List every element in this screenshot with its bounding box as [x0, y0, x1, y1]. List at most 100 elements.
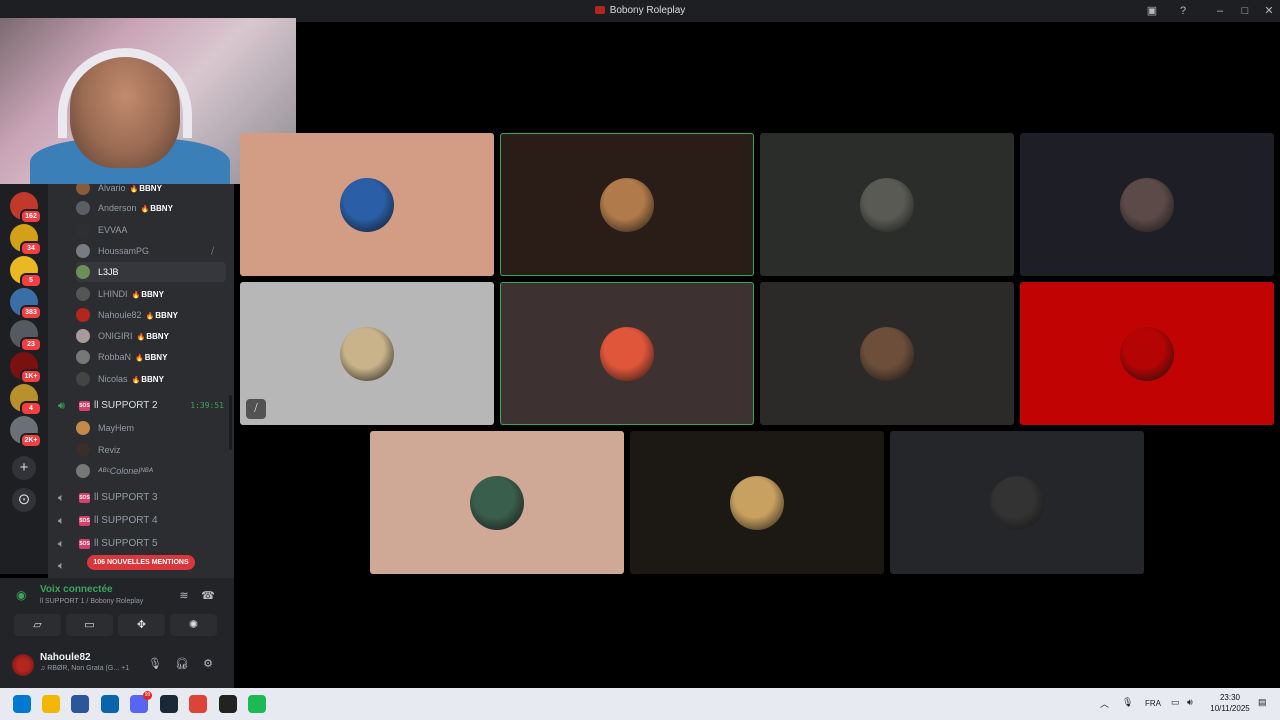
file-explorer-icon[interactable] — [42, 695, 60, 713]
headphones-icon[interactable]: 🎧︎ — [174, 656, 190, 672]
participant-avatar — [600, 177, 654, 232]
server-icon[interactable]: 23 — [10, 320, 42, 352]
video-tile[interactable] — [630, 431, 884, 574]
system-clock[interactable]: 23:30 10/11/2025 — [1204, 692, 1256, 714]
clock-date: 10/11/2025 — [1210, 704, 1250, 713]
server-icon[interactable]: 4 — [10, 384, 42, 416]
steam-icon[interactable] — [160, 695, 178, 713]
channel-name: ll SUPPORT 3 — [94, 488, 158, 508]
voice-channel-item[interactable]: 🔈︎ SOS ll SUPPORT 4 — [58, 511, 228, 531]
member-item[interactable]: Nahoule82 BBNY — [76, 305, 226, 325]
voice-channel-item[interactable]: 🔈︎ SOS ll SUPPORT 3 — [58, 488, 228, 508]
voice-channel-item[interactable]: 🔈︎ SOS ll SUPPORT 5 — [58, 534, 228, 554]
close-icon[interactable]: ✕ — [1261, 3, 1277, 19]
discover-icon[interactable]: ⊙ — [12, 488, 36, 512]
member-tag: BBNY — [132, 375, 164, 384]
video-tile[interactable] — [370, 431, 624, 574]
network-icon[interactable]: ▭ — [1171, 697, 1180, 708]
member-item[interactable]: Alvario BBNY — [76, 184, 226, 198]
member-item[interactable]: RobbaNBBNY — [76, 347, 226, 367]
server-badge: 5 — [20, 273, 42, 288]
soundboard-icon[interactable]: ✺ — [170, 614, 217, 636]
member-item[interactable]: Reviz — [76, 440, 226, 460]
noise-suppression-icon[interactable]: ≋ — [176, 588, 192, 604]
member-name-text: RobbaN — [98, 352, 132, 362]
video-tile[interactable] — [760, 282, 1014, 425]
member-name-text: EVVAA — [98, 225, 128, 235]
outlook-icon[interactable] — [101, 695, 119, 713]
server-icon[interactable]: 162 — [10, 192, 42, 224]
member-item[interactable]: L3JB — [76, 262, 226, 282]
video-tile[interactable] — [1020, 133, 1274, 276]
channel-prefix: ll — [94, 515, 99, 526]
server-icon[interactable]: 34 — [10, 224, 42, 256]
member-item[interactable]: MayHem — [76, 418, 226, 438]
member-item[interactable]: Nicolas BBNY — [76, 369, 226, 389]
server-badge: 162 — [20, 209, 42, 224]
member-item[interactable]: ONIGIRI BBNY — [76, 326, 226, 346]
member-name: Nahoule82 BBNY — [98, 305, 178, 327]
window-title-text: Bobony Roleplay — [609, 5, 686, 16]
screen-share-icon[interactable]: ▭ — [66, 614, 113, 636]
channel-scrollbar[interactable] — [229, 395, 232, 450]
tray-microphone-icon[interactable]: 🎙︎ — [1122, 697, 1133, 708]
webcam-headset — [58, 48, 192, 138]
video-tile[interactable] — [500, 282, 754, 425]
member-item[interactable]: LHINDI BBNY — [76, 284, 226, 304]
notification-icon[interactable]: ▤ — [1258, 697, 1267, 708]
channel-prefix: ll — [94, 538, 99, 549]
disconnect-icon[interactable]: ☎ — [200, 588, 216, 604]
channel-name: ll SUPPORT 5 — [94, 534, 158, 554]
member-avatar — [76, 443, 90, 457]
video-tile[interactable] — [890, 431, 1144, 574]
user-avatar[interactable] — [12, 654, 34, 676]
muted-mic-icon: ⧸ — [246, 399, 266, 419]
participant-avatar — [340, 177, 394, 232]
inbox-icon[interactable]: ▣ — [1144, 3, 1160, 19]
add-server-icon[interactable]: + — [12, 456, 36, 480]
channel-label: SUPPORT 3 — [101, 492, 158, 503]
member-name: Reviz — [98, 445, 121, 455]
app-icon[interactable] — [219, 695, 237, 713]
volume-icon[interactable]: 🔊︎ — [1187, 697, 1193, 708]
member-item[interactable]: ᴬᴮᶜColonelᴺᴮᴬ — [76, 461, 226, 481]
member-item[interactable]: HoussamPG ⧸ — [76, 241, 226, 261]
member-item[interactable]: Anderson BBNY — [76, 198, 226, 218]
settings-gear-icon[interactable]: ⚙ — [200, 656, 216, 672]
minimize-icon[interactable]: – — [1212, 3, 1228, 19]
server-list: + ⊙ 162 34 5 383 23 1K+ 4 2K+ — [0, 184, 48, 574]
calculator-icon[interactable] — [71, 695, 89, 713]
camera-off-icon[interactable]: ▱ — [14, 614, 61, 636]
member-name: ᴬᴮᶜColonelᴺᴮᴬ — [98, 466, 153, 476]
video-tile[interactable] — [1020, 282, 1274, 425]
member-avatar — [76, 223, 90, 237]
video-tile[interactable]: ⧸ — [240, 282, 494, 425]
voice-channel-item[interactable]: 🔈︎ — [58, 556, 228, 576]
voice-status[interactable]: Voix connectée — [40, 584, 113, 595]
voice-channel-support-2[interactable]: 🔊︎ SOS ll SUPPORT 2 1:39:51 — [58, 396, 228, 416]
user-name[interactable]: Nahoule82 — [40, 652, 91, 663]
activities-icon[interactable]: ✥ — [118, 614, 165, 636]
member-avatar — [76, 421, 90, 435]
chrome-icon[interactable] — [189, 695, 207, 713]
video-tile[interactable] — [240, 133, 494, 276]
server-icon[interactable]: 5 — [10, 256, 42, 288]
discord-icon[interactable]: 99 — [130, 691, 152, 713]
language-indicator[interactable]: FRA — [1145, 699, 1161, 708]
voice-channel[interactable]: ll SUPPORT 1 / Bobony Roleplay — [40, 598, 143, 605]
connection-signal-icon[interactable]: ◉ — [16, 588, 26, 602]
help-icon[interactable]: ? — [1175, 3, 1191, 19]
member-tag: BBNY — [135, 353, 167, 362]
video-tile[interactable] — [760, 133, 1014, 276]
maximize-icon[interactable]: □ — [1237, 3, 1253, 19]
windows-start-icon[interactable] — [13, 695, 31, 713]
server-icon[interactable]: 383 — [10, 288, 42, 320]
video-tile[interactable] — [500, 133, 754, 276]
member-avatar — [76, 287, 90, 301]
spotify-icon[interactable] — [248, 695, 266, 713]
microphone-icon[interactable]: 🎙︎ — [147, 656, 163, 672]
tray-chevron-icon[interactable]: ︿ — [1100, 697, 1109, 710]
member-item[interactable]: EVVAA — [76, 220, 226, 240]
server-icon[interactable]: 1K+ — [10, 352, 42, 384]
server-icon[interactable]: 2K+ — [10, 416, 42, 448]
